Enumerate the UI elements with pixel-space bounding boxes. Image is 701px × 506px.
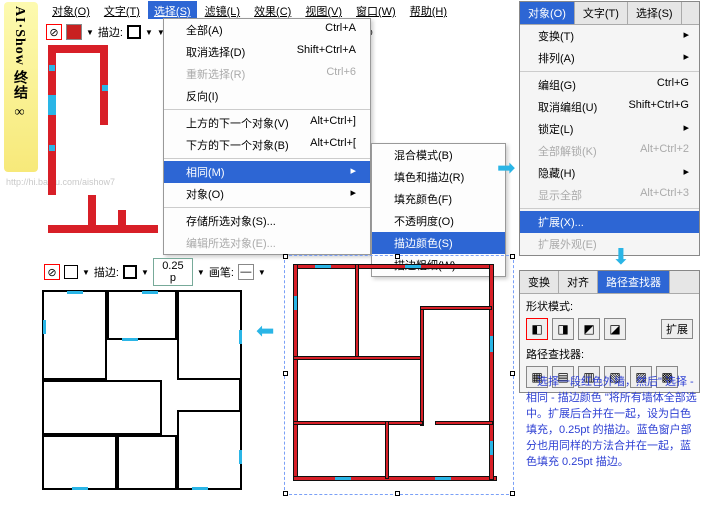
arrow-down-icon: ➡ [608,247,634,265]
menu-item[interactable]: 下方的下一个对象(B)Alt+Ctrl+[ [164,134,370,156]
menu-item[interactable]: 混合模式(B) [372,144,505,166]
menu-item[interactable]: 选择(S) [148,1,197,19]
select-menu: 全部(A)Ctrl+A取消选择(D)Shift+Ctrl+A重新选择(R)Ctr… [163,18,371,255]
menu-item[interactable]: 反向(I) [164,85,370,107]
menu-item[interactable]: 编组(G)Ctrl+G [520,74,699,96]
menu-item[interactable]: 上方的下一个对象(V)Alt+Ctrl+] [164,112,370,134]
menu-item[interactable]: 描边颜色(S) [372,232,505,254]
expand-button[interactable]: 扩展 [661,319,693,339]
dropdown-icon[interactable]: ▼ [197,268,205,277]
no-select-icon[interactable]: ⊘ [44,264,60,280]
menu-item[interactable]: 隐藏(H) [520,162,699,184]
menu-item[interactable]: 帮助(H) [404,1,453,19]
menu-item[interactable]: 效果(C) [248,1,297,19]
menu-item[interactable]: 对象(O) [164,183,370,205]
menu-item[interactable]: 全部(A)Ctrl+A [164,19,370,41]
menu-item[interactable]: 锁定(L) [520,118,699,140]
brush-preview[interactable]: — [238,264,254,280]
menu-item[interactable]: 填充颜色(F) [372,188,505,210]
arrow-right-icon: ➡ [497,155,515,181]
fill-swatch-white[interactable] [64,265,78,279]
menu-item: 显示全部Alt+Ctrl+3 [520,184,699,206]
menu-item[interactable]: 取消选择(D)Shift+Ctrl+A [164,41,370,63]
panel-tab[interactable]: 对象(O) [520,2,575,24]
menu-item[interactable]: 填色和描边(R) [372,166,505,188]
dropdown-icon[interactable]: ▼ [258,268,266,277]
menu-item[interactable]: 扩展(X)... [520,211,699,233]
menu-item[interactable]: 排列(A) [520,47,699,69]
stroke-swatch[interactable] [127,25,141,39]
unite-button[interactable]: ◧ [526,318,548,340]
stroke-label: 描边: [98,24,123,40]
menu-item[interactable]: 取消编组(U)Shift+Ctrl+G [520,96,699,118]
menu-item[interactable]: 不透明度(O) [372,210,505,232]
menu-item[interactable]: 对象(O) [46,1,96,19]
pathfinder-label: 路径查找器: [520,344,699,362]
menu-item[interactable]: 存储所选对象(S)... [164,210,370,232]
watermark-url: http://hi.baidu.com/aishow7 [6,178,54,188]
panel-tab[interactable]: 文字(T) [575,2,628,24]
menu-item: 重新选择(R)Ctrl+6 [164,63,370,85]
panel-tab[interactable]: 对齐 [559,271,598,293]
watermark-text: AI·Show 终结 ∞ [9,6,29,121]
menu-item[interactable]: 变换(T) [520,25,699,47]
dropdown-icon[interactable]: ▼ [141,268,149,277]
stroke-swatch[interactable] [123,265,137,279]
dropdown-icon[interactable]: ▼ [86,28,94,37]
fill-swatch[interactable] [66,24,82,40]
panel-tab[interactable]: 选择(S) [628,2,682,24]
floorplan-red-large[interactable] [284,255,514,495]
floorplan-red-small [48,45,163,235]
panel-tab[interactable]: 路径查找器 [598,271,670,293]
menu-item[interactable]: 窗口(W) [350,1,402,19]
menu-item[interactable]: 文字(T) [98,1,146,19]
stroke-label: 描边: [94,264,119,280]
menu-item[interactable]: 滤镜(L) [199,1,246,19]
instruction-text: 选择一段红色外墙，然后" 选择 - 相同 - 描边颜色 "将所有墙体全部选中。扩… [526,375,698,471]
toolbar-2: ⊘ ▼ 描边: ▼ 0.25 p ▼ 画笔: — ▼ [44,263,266,281]
dropdown-icon[interactable]: ▼ [82,268,90,277]
watermark: AI·Show 终结 ∞ http://hi.baidu.com/aishow7 [4,2,38,172]
intersect-button[interactable]: ◩ [578,318,600,340]
dropdown-icon[interactable]: ▼ [145,28,153,37]
menu-item: 全部解锁(K)Alt+Ctrl+2 [520,140,699,162]
shape-mode-label: 形状模式: [520,294,699,314]
floorplan-outline [12,280,264,498]
menu-item[interactable]: 相同(M) [164,161,370,183]
menu-item[interactable]: 视图(V) [299,1,348,19]
exclude-button[interactable]: ◪ [604,318,626,340]
no-select-icon[interactable]: ⊘ [46,24,62,40]
brush-label: 画笔: [209,264,234,280]
object-menu-panel: 对象(O)文字(T)选择(S) 变换(T)排列(A) 编组(G)Ctrl+G取消编… [519,1,700,256]
menu-item: 编辑所选对象(E)... [164,232,370,254]
panel-tab[interactable]: 变换 [520,271,559,293]
menubar: 对象(O)文字(T)选择(S)滤镜(L)效果(C)视图(V)窗口(W)帮助(H) [46,1,453,19]
minus-front-button[interactable]: ◨ [552,318,574,340]
